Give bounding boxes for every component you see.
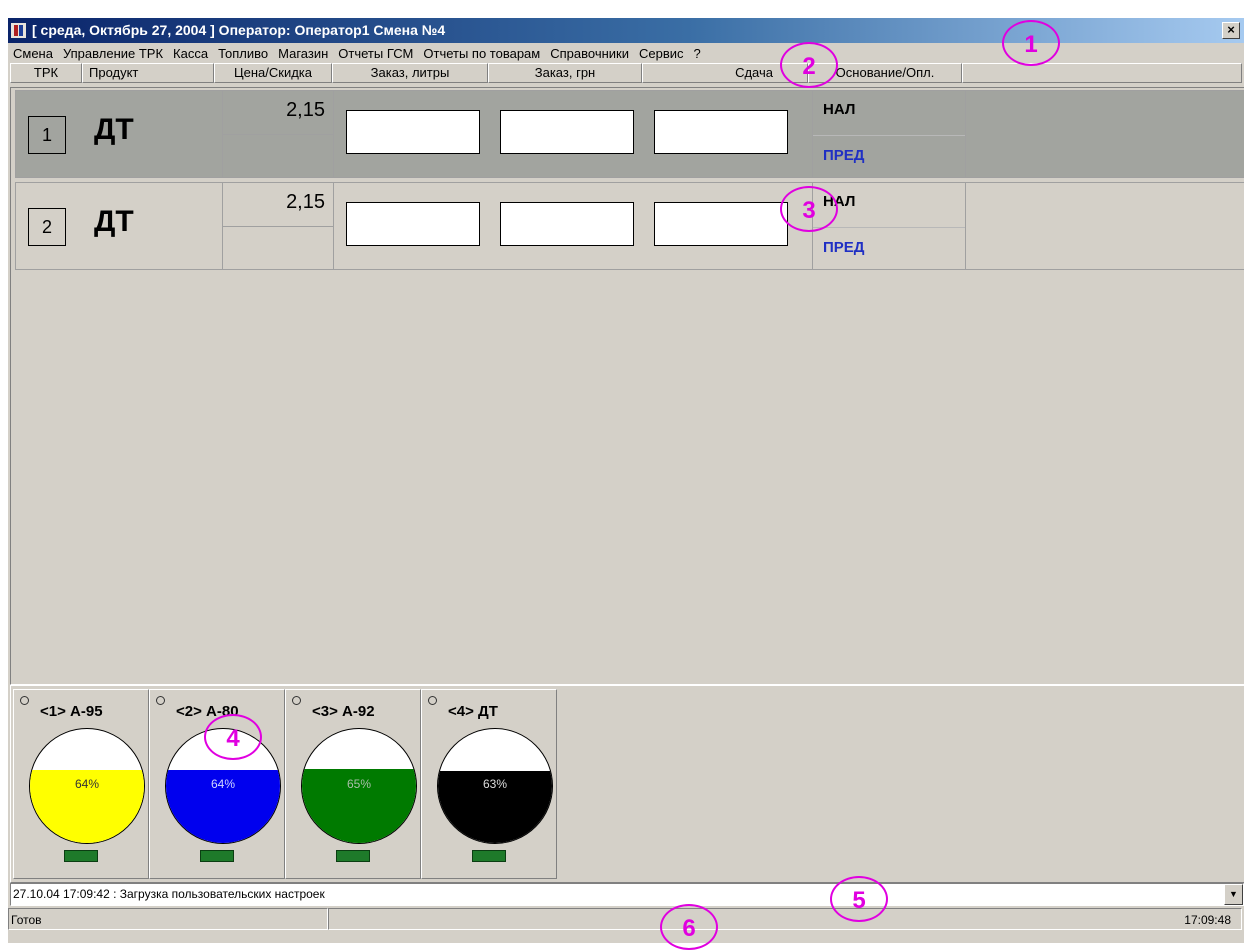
menu-smena[interactable]: Смена [8, 43, 58, 63]
tank-card[interactable]: <4> ДТ 63% [421, 689, 557, 879]
tank-status-dot-icon [20, 696, 29, 705]
pump-list-panel: 1 ДТ 2,15 НАЛ ПРЕД 2 ДТ 2,15 НАЛ ПРЕД [10, 87, 1244, 685]
payment-cell: НАЛ ПРЕД [812, 91, 966, 177]
payment-mode[interactable]: ПРЕД [823, 239, 864, 256]
annotation-marker-3: 3 [780, 186, 838, 232]
close-icon[interactable]: × [1222, 22, 1240, 39]
price-divider [223, 134, 333, 135]
order-liters-input[interactable] [346, 110, 480, 154]
annotation-marker-6: 6 [660, 904, 718, 950]
menu-service[interactable]: Сервис [634, 43, 689, 63]
menu-references[interactable]: Справочники [545, 43, 634, 63]
payment-type[interactable]: НАЛ [823, 101, 855, 118]
pump-number[interactable]: 2 [28, 208, 66, 246]
col-header-trk[interactable]: ТРК [10, 63, 82, 83]
menu-fuel[interactable]: Топливо [213, 43, 273, 63]
tank-status-dot-icon [156, 696, 165, 705]
tank-indicator [472, 850, 506, 862]
annotation-marker-2: 2 [780, 42, 838, 88]
pump-number[interactable]: 1 [28, 116, 66, 154]
event-log-combobox[interactable]: 27.10.04 17:09:42 : Загрузка пользовател… [10, 883, 1244, 906]
payment-mode[interactable]: ПРЕД [823, 147, 864, 164]
tank-percent: 64% [210, 777, 236, 791]
pump-product: ДТ [94, 113, 134, 146]
menu-shop[interactable]: Магазин [273, 43, 333, 63]
event-log-text: 27.10.04 17:09:42 : Загрузка пользовател… [13, 887, 325, 901]
status-panel-right: 17:09:48 [328, 908, 1242, 930]
price-cell: 2,15 [222, 183, 334, 269]
change-input[interactable] [654, 202, 788, 246]
col-header-price[interactable]: Цена/Скидка [214, 63, 332, 83]
tank-name: <4> ДТ [448, 703, 498, 720]
tank-indicator [64, 850, 98, 862]
main-window: [ среда, Октябрь 27, 2004 ] Оператор: Оп… [8, 18, 1244, 943]
pump-price: 2,15 [286, 99, 325, 121]
tank-level-gauge: 65% [301, 728, 417, 844]
payment-divider [813, 135, 965, 136]
tank-status-dot-icon [292, 696, 301, 705]
tank-percent: 64% [74, 777, 100, 791]
app-icon[interactable] [11, 23, 26, 38]
column-header-bar: ТРК Продукт Цена/Скидка Заказ, литры Зак… [8, 63, 1244, 85]
payment-cell: НАЛ ПРЕД [812, 183, 966, 269]
status-time: 17:09:48 [1184, 913, 1231, 927]
col-header-order-liters[interactable]: Заказ, литры [332, 63, 488, 83]
dropdown-arrow-icon[interactable]: ▼ [1224, 884, 1243, 905]
tank-percent: 63% [482, 777, 508, 791]
price-cell: 2,15 [222, 91, 334, 177]
pump-row[interactable]: 2 ДТ 2,15 НАЛ ПРЕД [15, 182, 1244, 270]
tank-level-gauge: 64% [29, 728, 145, 844]
order-liters-input[interactable] [346, 202, 480, 246]
menu-help[interactable]: ? [689, 43, 706, 63]
menu-fuel-reports[interactable]: Отчеты ГСМ [333, 43, 418, 63]
tank-indicator [200, 850, 234, 862]
menu-kassa[interactable]: Касса [168, 43, 213, 63]
tank-panel: <1> А-95 64% <2> А-80 64% <3> А-92 65% <… [10, 685, 1244, 883]
order-uah-input[interactable] [500, 202, 634, 246]
pump-price: 2,15 [286, 191, 325, 213]
pump-row[interactable]: 1 ДТ 2,15 НАЛ ПРЕД [15, 90, 1244, 178]
annotation-marker-1: 1 [1002, 20, 1060, 66]
pump-product: ДТ [94, 205, 134, 238]
status-bar: Готов 17:09:48 [8, 906, 1244, 943]
status-text: Готов [11, 913, 42, 927]
tank-name: <1> А-95 [40, 703, 103, 720]
col-header-product[interactable]: Продукт [82, 63, 214, 83]
annotation-marker-4: 4 [204, 714, 262, 760]
change-input[interactable] [654, 110, 788, 154]
annotation-marker-5: 5 [830, 876, 888, 922]
tank-percent: 65% [346, 777, 372, 791]
tank-indicator [336, 850, 370, 862]
payment-divider [813, 227, 965, 228]
tank-level-gauge: 63% [437, 728, 553, 844]
menu-trk-control[interactable]: Управление ТРК [58, 43, 168, 63]
tank-card[interactable]: <3> А-92 65% [285, 689, 421, 879]
menu-goods-reports[interactable]: Отчеты по товарам [418, 43, 545, 63]
status-panel-left: Готов [8, 908, 328, 930]
tank-card[interactable]: <1> А-95 64% [13, 689, 149, 879]
price-divider [223, 226, 333, 227]
window-title: [ среда, Октябрь 27, 2004 ] Оператор: Оп… [32, 22, 446, 38]
tank-name: <3> А-92 [312, 703, 375, 720]
tank-status-dot-icon [428, 696, 437, 705]
order-uah-input[interactable] [500, 110, 634, 154]
col-header-order-uah[interactable]: Заказ, грн [488, 63, 642, 83]
col-header-empty [962, 63, 1242, 83]
